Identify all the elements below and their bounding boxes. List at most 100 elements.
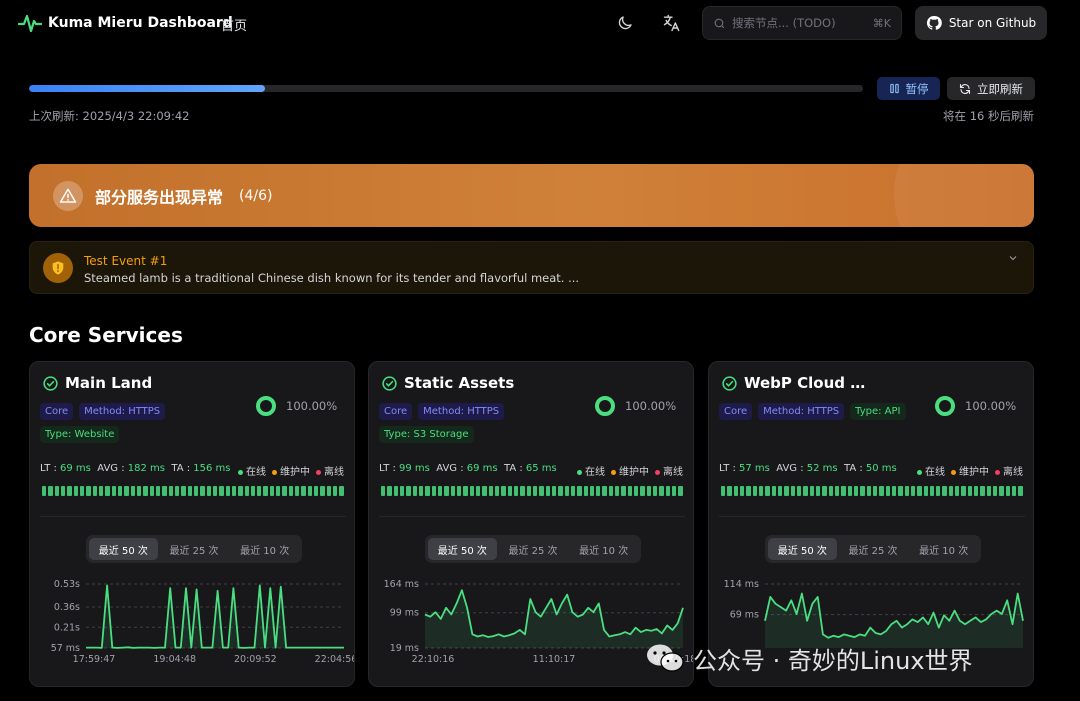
divider bbox=[379, 516, 685, 517]
heartbeat-bar bbox=[570, 486, 576, 496]
service-card[interactable]: Main Land Core Method: HTTPS Type: Website… bbox=[29, 361, 355, 687]
heartbeat-bar bbox=[653, 486, 658, 496]
ta-value: 50 ms bbox=[865, 463, 897, 474]
heartbeat-bar bbox=[784, 486, 789, 496]
legend-online: 在线 bbox=[917, 463, 945, 478]
heartbeat-bar bbox=[627, 486, 633, 496]
heartbeat-bar bbox=[288, 486, 294, 496]
search-shortcut: ⌘K bbox=[872, 16, 891, 30]
heartbeat-bar bbox=[54, 486, 59, 496]
heartbeat-bar bbox=[399, 486, 405, 496]
ta-value: 156 ms bbox=[193, 463, 231, 474]
pause-label: 暂停 bbox=[905, 81, 929, 96]
event-card[interactable]: Test Event #1 Steamed lamb is a traditio… bbox=[29, 241, 1034, 294]
range-tab[interactable]: 最近 50 次 bbox=[89, 538, 158, 560]
service-tag: Method: HTTPS bbox=[79, 403, 166, 420]
chart-y-tick-label: 114 ms bbox=[724, 579, 759, 590]
latency-chart: 0.53s 0.36s 0.21s 57 ms 17:59:47 19:04:48 20:0… bbox=[30, 574, 355, 686]
chart-x-tick-label: 17:59:47 bbox=[73, 654, 116, 665]
range-tab[interactable]: 最近 50 次 bbox=[768, 538, 837, 560]
service-card[interactable]: WebP Cloud Se… Core Method: HTTPS Type: AP… bbox=[708, 361, 1034, 687]
range-tab[interactable]: 最近 10 次 bbox=[230, 538, 299, 560]
range-tab[interactable]: 最近 25 次 bbox=[839, 538, 908, 560]
heartbeat-bar bbox=[860, 486, 865, 496]
brand-link[interactable]: Kuma Mieru Dashboard bbox=[18, 12, 233, 34]
refresh-icon bbox=[959, 83, 971, 94]
heartbeat-bar bbox=[815, 486, 821, 496]
heartbeat-bar bbox=[212, 486, 218, 496]
chart-y-tick-label: 0.21s bbox=[54, 622, 80, 633]
range-tab[interactable]: 最近 50 次 bbox=[428, 538, 497, 560]
heartbeat-bar bbox=[602, 486, 607, 496]
heartbeat-bar bbox=[583, 486, 588, 496]
heartbeat-bar bbox=[193, 486, 199, 496]
heartbeat-bar bbox=[986, 486, 992, 496]
heartbeat-bar bbox=[79, 486, 85, 496]
search-input[interactable]: 搜索节点... (TODO) ⌘K bbox=[702, 6, 902, 40]
lt-value: 99 ms bbox=[399, 463, 430, 474]
range-tab[interactable]: 最近 25 次 bbox=[160, 538, 229, 560]
search-placeholder: 搜索节点... (TODO) bbox=[732, 16, 836, 30]
range-tab[interactable]: 最近 25 次 bbox=[499, 538, 568, 560]
heartbeat-bar bbox=[659, 486, 664, 496]
heartbeat-bar bbox=[418, 486, 424, 496]
heartbeat-bar bbox=[1018, 486, 1023, 496]
legend-online-label: 在线 bbox=[246, 467, 266, 478]
refresh-now-label: 立即刷新 bbox=[977, 81, 1023, 96]
heartbeat-bar-strip bbox=[721, 486, 1023, 496]
heartbeat-bar bbox=[752, 486, 757, 496]
heartbeat-bar bbox=[615, 486, 620, 496]
card-header: Main Land bbox=[42, 374, 152, 392]
star-github-button[interactable]: Star on Github bbox=[915, 6, 1047, 40]
service-card[interactable]: Static Assets Core Method: HTTPS Type: S3 … bbox=[368, 361, 694, 687]
heartbeat-bar bbox=[387, 486, 392, 496]
heartbeat-bar bbox=[463, 486, 468, 496]
range-selector: 最近 50 次最近 25 次最近 10 次 bbox=[86, 535, 302, 563]
uptime-value: 100.00% bbox=[286, 399, 338, 413]
chevron-down-icon[interactable] bbox=[1007, 252, 1019, 264]
legend-offline-label: 离线 bbox=[663, 467, 683, 478]
heartbeat-bar bbox=[111, 486, 116, 496]
service-name: Main Land bbox=[65, 374, 153, 392]
divider bbox=[719, 516, 1025, 517]
legend-maintenance-label: 维护中 bbox=[959, 467, 989, 478]
refresh-now-button[interactable]: 立即刷新 bbox=[947, 77, 1035, 100]
divider bbox=[40, 516, 346, 517]
uptime-value: 100.00% bbox=[965, 399, 1017, 413]
range-tab[interactable]: 最近 10 次 bbox=[569, 538, 638, 560]
heartbeat-bar bbox=[425, 486, 430, 496]
heartbeat-bar bbox=[381, 486, 386, 496]
theme-toggle-button[interactable] bbox=[614, 12, 636, 34]
language-toggle-button[interactable] bbox=[661, 12, 683, 34]
range-tab[interactable]: 最近 10 次 bbox=[909, 538, 978, 560]
lt-label: LT : bbox=[379, 463, 400, 474]
heartbeat-bar bbox=[721, 486, 726, 496]
service-tag: Type: Website bbox=[40, 426, 120, 443]
banner-count: (4/6) bbox=[239, 187, 273, 204]
avg-value: 52 ms bbox=[806, 463, 838, 474]
pause-button[interactable]: 暂停 bbox=[877, 77, 940, 100]
avg-value: 69 ms bbox=[466, 463, 498, 474]
heartbeat-bar bbox=[501, 486, 506, 496]
heartbeat-bar bbox=[733, 486, 738, 496]
heartbeat-bar bbox=[608, 486, 614, 496]
heartbeat-bar bbox=[577, 486, 582, 496]
uptime-ring-icon bbox=[256, 396, 276, 416]
latency-stats: LT : 99 ms AVG : 69 ms TA : 65 ms bbox=[379, 463, 557, 474]
legend-maintenance-label: 维护中 bbox=[619, 467, 649, 478]
uptime-ring-icon bbox=[595, 396, 615, 416]
heartbeat-bar bbox=[898, 486, 903, 496]
legend-offline-label: 离线 bbox=[1003, 467, 1023, 478]
service-tag: Core bbox=[40, 403, 74, 420]
heartbeat-bar bbox=[589, 486, 595, 496]
chart-x-tick-label: 22:04:56 bbox=[315, 654, 355, 665]
heartbeat-bar bbox=[961, 486, 966, 496]
brand-title: Kuma Mieru Dashboard bbox=[48, 15, 233, 31]
heartbeat-bar bbox=[339, 486, 344, 496]
event-title: Test Event #1 bbox=[84, 254, 168, 268]
github-icon bbox=[926, 15, 942, 30]
heartbeat-bar bbox=[60, 486, 66, 496]
heartbeat-bar bbox=[765, 486, 770, 496]
heartbeat-bar bbox=[790, 486, 795, 496]
nav-home-link[interactable]: 首页 bbox=[221, 15, 247, 34]
